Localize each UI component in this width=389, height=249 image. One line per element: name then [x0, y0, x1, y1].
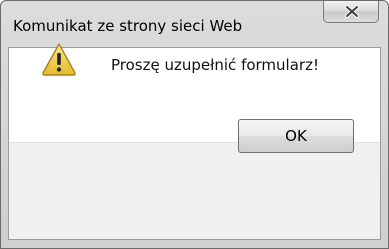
- close-button[interactable]: [323, 1, 379, 23]
- button-bar: [9, 142, 380, 239]
- dialog-message: Proszę uzupełnić formularz!: [111, 56, 319, 74]
- close-icon: [345, 5, 359, 18]
- ok-button[interactable]: OK: [238, 119, 354, 153]
- warning-icon: [42, 43, 76, 76]
- window-title: Komunikat ze strony sieci Web: [13, 17, 243, 35]
- dialog-window: Komunikat ze strony sieci Web Proszę uzu…: [0, 0, 389, 249]
- title-bar[interactable]: Komunikat ze strony sieci Web: [1, 1, 388, 47]
